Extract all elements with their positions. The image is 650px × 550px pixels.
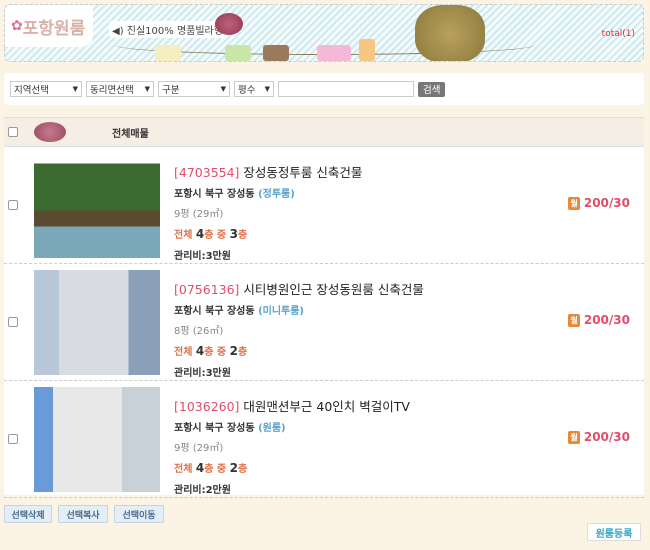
flower-icon: ✿ [11, 18, 23, 34]
rose-decoration [215, 13, 243, 35]
logo[interactable]: ✿ 포항원룸 [5, 5, 93, 47]
pattern-decoration [415, 5, 485, 61]
banner: ✿ 포항원룸 ◀) 진실100% 명품빌라형 total(1) [4, 4, 644, 62]
row-checkbox[interactable] [8, 434, 18, 444]
size-select[interactable]: 평수 ▼ [234, 81, 274, 97]
total-count: total(1) [601, 29, 635, 39]
listing-fee: 관리비:2만원 [174, 485, 231, 496]
listing-photo[interactable] [34, 153, 160, 258]
delete-selected-button[interactable]: 선택삭제 [4, 505, 52, 523]
search-button[interactable]: 검색 [418, 81, 446, 97]
row-checkbox[interactable] [8, 317, 18, 327]
listing-title[interactable]: [4703554] 장성동정투룸 신축건물 [174, 162, 362, 181]
listing-info: [4703554] 장성동정투룸 신축건물 포항시 북구 장성동 (정투룸) 9… [174, 162, 362, 262]
listing-photo[interactable] [34, 270, 160, 375]
cloth-decoration [225, 45, 251, 61]
listing-floor: 전체 4층 중 2층 [174, 344, 248, 358]
monthly-rent-badge: 월 [568, 313, 580, 327]
listing-address: 포항시 북구 장성동 (미니투룸) [174, 306, 305, 317]
listing-fee: 관리비:3만원 [174, 251, 231, 262]
header-title: 전체매물 [112, 128, 149, 140]
chevron-down-icon: ▼ [144, 85, 150, 93]
chevron-down-icon: ▼ [264, 85, 270, 93]
chevron-down-icon: ▼ [220, 85, 226, 93]
cloth-decoration [359, 39, 375, 61]
listing-title[interactable]: [0756136] 시티병원인근 장성동원룸 신축건물 [174, 279, 424, 298]
category-select[interactable]: 구분 ▼ [158, 81, 230, 97]
district-select[interactable]: 동리면선택 ▼ [86, 81, 154, 97]
listing-price: 월 200/30 [568, 430, 630, 444]
monthly-rent-badge: 월 [568, 430, 580, 444]
move-selected-button[interactable]: 선택이동 [114, 505, 164, 523]
cloth-decoration [263, 45, 289, 61]
search-bar: 지역선택 ▼ 동리면선택 ▼ 구분 ▼ 평수 ▼ 검색 [4, 73, 644, 105]
table-row: [1036260] 대원맨션부근 40인치 벽걸이TV 포항시 북구 장성동 (… [4, 382, 644, 498]
listing-table: 전체매물 [4703554] 장성동정투룸 신축건물 포항시 북구 장성동 (정… [4, 117, 644, 498]
table-header: 전체매물 [4, 117, 644, 147]
listing-price: 월 200/30 [568, 313, 630, 327]
listing-size: 9평 (29㎡) [174, 443, 224, 454]
region-select[interactable]: 지역선택 ▼ [10, 81, 82, 97]
listing-address: 포항시 북구 장성동 (원룸) [174, 423, 286, 434]
listing-size: 9평 (29㎡) [174, 209, 224, 220]
select-all-checkbox[interactable] [8, 127, 18, 137]
table-row: [0756136] 시티병원인근 장성동원룸 신축건물 포항시 북구 장성동 (… [4, 265, 644, 381]
cloth-decoration [155, 45, 181, 61]
listing-info: [0756136] 시티병원인근 장성동원룸 신축건물 포항시 북구 장성동 (… [174, 279, 424, 379]
listing-floor: 전체 4층 중 2층 [174, 461, 248, 475]
table-row: [4703554] 장성동정투룸 신축건물 포항시 북구 장성동 (정투룸) 9… [4, 148, 644, 264]
listing-price: 월 200/30 [568, 196, 630, 210]
listing-info: [1036260] 대원맨션부근 40인치 벽걸이TV 포항시 북구 장성동 (… [174, 396, 410, 496]
cloth-decoration [317, 45, 351, 61]
register-room-button[interactable]: 원룸등록 [587, 523, 641, 541]
search-input[interactable] [278, 81, 414, 97]
listing-title[interactable]: [1036260] 대원맨션부근 40인치 벽걸이TV [174, 396, 410, 415]
listing-address: 포항시 북구 장성동 (정투룸) [174, 189, 295, 200]
row-checkbox[interactable] [8, 200, 18, 210]
listing-size: 8평 (26㎡) [174, 326, 224, 337]
chevron-down-icon: ▼ [72, 85, 78, 93]
monthly-rent-badge: 월 [568, 196, 580, 210]
listing-fee: 관리비:3만원 [174, 368, 231, 379]
listing-photo[interactable] [34, 387, 160, 492]
flower-icon [34, 122, 66, 142]
copy-selected-button[interactable]: 선택복사 [58, 505, 108, 523]
listing-floor: 전체 4층 중 3층 [174, 227, 248, 241]
